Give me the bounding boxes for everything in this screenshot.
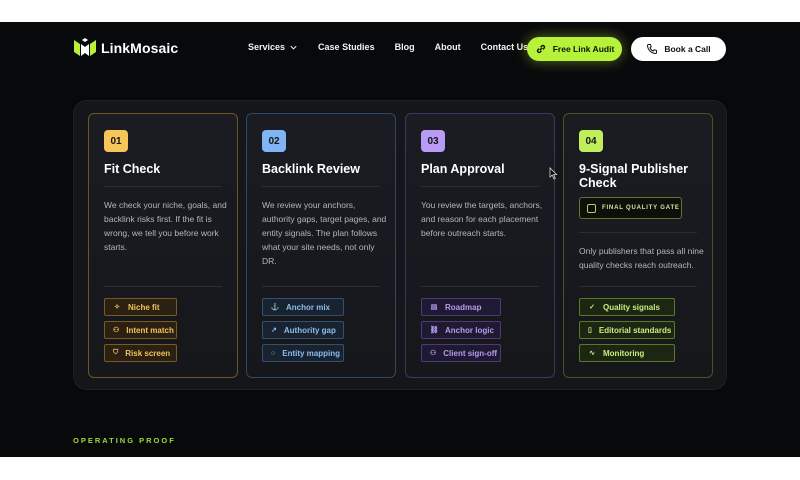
search-icon: ○ — [271, 349, 276, 357]
chevron-down-icon — [290, 45, 297, 50]
chip-list: ✓ Quality signals ▯ Editorial standards ∿ M… — [579, 298, 675, 362]
chip-quality-signals: ✓ Quality signals — [579, 298, 675, 316]
users-icon: ⚇ — [430, 350, 437, 357]
step-card-backlink-review: 02 Backlink Review We review your anchor… — [246, 113, 396, 378]
book-a-call-button[interactable]: Book a Call — [631, 37, 726, 61]
chip-label: Niche fit — [128, 302, 160, 312]
chip-client-sign-off: ⚇ Client sign-off — [421, 344, 501, 362]
chip-label: Quality signals — [603, 302, 660, 312]
divider — [579, 286, 697, 287]
chip-list: ✧ Niche fit ⚇ Intent match ⛉ Risk screen — [104, 298, 177, 362]
divider — [104, 286, 222, 287]
free-link-audit-label: Free Link Audit — [552, 44, 615, 54]
lock-icon — [587, 203, 596, 213]
final-quality-gate-badge: FINAL QUALITY GATE — [579, 197, 682, 219]
chip-label: Risk screen — [125, 348, 171, 358]
divider — [262, 286, 380, 287]
step-title: 9-Signal Publisher Check — [579, 162, 689, 190]
process-panel: 01 Fit Check We check your niche, goals,… — [73, 100, 727, 390]
nav-contact[interactable]: Contact Us — [481, 42, 529, 52]
chip-label: Monitoring — [603, 348, 645, 358]
divider — [421, 286, 539, 287]
badge-label: FINAL QUALITY GATE — [602, 205, 680, 211]
shield-icon: ⛉ — [113, 349, 119, 356]
nav-blog-label: Blog — [394, 42, 415, 52]
step-description: You review the targets, anchors, and rea… — [421, 200, 543, 238]
chip-authority-gap: ↗ Authority gap — [262, 321, 344, 339]
chip-label: Anchor mix — [286, 302, 331, 312]
nav-contact-label: Contact Us — [480, 42, 529, 52]
chip-list: ▤ Roadmap ⛓ Anchor logic ⚇ Client sign-off — [421, 298, 501, 362]
step-card-fit-check: 01 Fit Check We check your niche, goals,… — [88, 113, 238, 378]
top-navigation: LinkMosaic Services Case Studies Blog Ab… — [0, 22, 800, 72]
nav-case-studies[interactable]: Case Studies — [318, 42, 375, 52]
chip-label: Entity mapping — [282, 348, 341, 358]
chip-label: Roadmap — [445, 302, 482, 312]
step-number-badge: 01 — [104, 130, 128, 152]
step-number-badge: 04 — [579, 130, 603, 152]
divider — [262, 186, 380, 187]
chart-icon: ↗ — [271, 327, 277, 334]
step-description: Only publishers that pass all nine quali… — [579, 246, 704, 270]
nav-services[interactable]: Services — [248, 42, 298, 52]
chip-label: Anchor logic — [445, 325, 494, 335]
step-title: Backlink Review — [262, 162, 360, 176]
step-description: We check your niche, goals, and backlink… — [104, 200, 227, 252]
link-icon — [536, 44, 545, 54]
chip-editorial-standards: ▯ Editorial standards — [579, 321, 675, 339]
pulse-icon: ∿ — [589, 350, 595, 357]
chip-anchor-logic: ⛓ Anchor logic — [421, 321, 501, 339]
chip-anchor-mix: ⚓ Anchor mix — [262, 298, 344, 316]
chip-label: Intent match — [126, 325, 174, 335]
chip-monitoring: ∿ Monitoring — [579, 344, 675, 362]
sparkle-icon: ✧ — [114, 304, 120, 311]
step-card-publisher-check: 04 9-Signal Publisher Check FINAL QUALIT… — [563, 113, 713, 378]
step-title: Plan Approval — [421, 162, 505, 176]
brand-logo[interactable]: LinkMosaic — [73, 38, 178, 58]
link-icon: ⛓ — [429, 327, 439, 334]
step-title: Fit Check — [104, 162, 161, 176]
mouse-cursor-icon — [549, 167, 558, 180]
free-link-audit-button[interactable]: Free Link Audit — [527, 37, 622, 61]
nav-case-studies-label: Case Studies — [318, 42, 375, 52]
chip-roadmap: ▤ Roadmap — [421, 298, 501, 316]
chip-list: ⚓ Anchor mix ↗ Authority gap ○ Entity mappi… — [262, 298, 344, 362]
step-number-badge: 03 — [421, 130, 445, 152]
divider — [104, 186, 222, 187]
nav-services-label: Services — [248, 42, 286, 52]
chip-label: Editorial standards — [598, 325, 672, 335]
page-frame: LinkMosaic Services Case Studies Blog Ab… — [0, 22, 800, 457]
section-label-operating-proof: OPERATING PROOF — [73, 436, 176, 445]
anchor-icon: ⚓ — [270, 304, 280, 311]
book-a-call-label: Book a Call — [664, 44, 711, 54]
document-icon: ▯ — [588, 327, 592, 334]
main-menu: Services Case Studies Blog About Contact… — [248, 42, 528, 52]
chip-entity-mapping: ○ Entity mapping — [262, 344, 344, 362]
check-icon: ✓ — [589, 304, 595, 311]
map-icon: ▤ — [430, 304, 438, 311]
nav-about[interactable]: About — [435, 42, 461, 52]
users-icon: ⚇ — [113, 327, 120, 334]
brand-name: LinkMosaic — [101, 40, 179, 56]
step-card-plan-approval: 03 Plan Approval You review the targets,… — [405, 113, 555, 378]
chip-risk-screen: ⛉ Risk screen — [104, 344, 177, 362]
chip-label: Authority gap — [283, 325, 336, 335]
chip-label: Client sign-off — [443, 348, 498, 358]
divider — [421, 186, 539, 187]
mosaic-logo-icon — [74, 38, 96, 56]
chip-intent-match: ⚇ Intent match — [104, 321, 177, 339]
phone-icon — [647, 44, 658, 55]
step-number-badge: 02 — [262, 130, 286, 152]
nav-about-label: About — [434, 42, 461, 52]
step-description: We review your anchors, authority gaps, … — [262, 200, 387, 266]
nav-blog[interactable]: Blog — [395, 42, 415, 52]
chip-niche-fit: ✧ Niche fit — [104, 298, 177, 316]
divider — [579, 232, 697, 233]
